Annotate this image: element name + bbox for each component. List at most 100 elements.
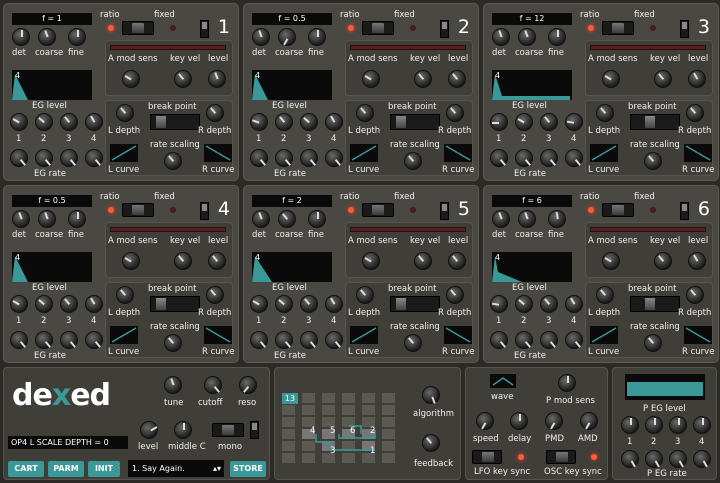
- eg-rate-2-knob[interactable]: [515, 149, 533, 167]
- eg-rate-4-knob[interactable]: [325, 149, 343, 167]
- eg-level-1-knob[interactable]: [490, 295, 508, 313]
- eg-level-2-knob[interactable]: [515, 113, 533, 131]
- l-depth-knob[interactable]: [116, 104, 134, 122]
- delay-knob[interactable]: [510, 412, 528, 430]
- eg-level-4-knob[interactable]: [325, 113, 343, 131]
- r-depth-knob[interactable]: [686, 286, 704, 304]
- detune-knob[interactable]: [492, 210, 510, 228]
- r-depth-knob[interactable]: [206, 104, 224, 122]
- algorithm-knob[interactable]: [422, 386, 440, 404]
- r-curve-display[interactable]: [444, 326, 472, 344]
- eg-level-4-knob[interactable]: [565, 113, 583, 131]
- fine-knob[interactable]: [308, 210, 326, 228]
- eg-level-2-knob[interactable]: [275, 113, 293, 131]
- eg-rate-4-knob[interactable]: [85, 331, 103, 349]
- peg-rate-4-knob[interactable]: [693, 450, 711, 468]
- peg-level-3-knob[interactable]: [669, 416, 687, 434]
- r-depth-knob[interactable]: [686, 104, 704, 122]
- operator-toggle[interactable]: [680, 202, 689, 220]
- output-level-knob[interactable]: [208, 252, 226, 270]
- eg-level-1-knob[interactable]: [10, 113, 28, 131]
- a-mod-sens-knob[interactable]: [122, 70, 140, 88]
- coarse-knob[interactable]: [518, 210, 536, 228]
- ratio-fixed-switch[interactable]: [362, 21, 394, 35]
- wave-display[interactable]: [490, 374, 516, 388]
- middle-c-knob[interactable]: [174, 421, 192, 439]
- key-vel-knob[interactable]: [414, 252, 432, 270]
- eg-level-1-knob[interactable]: [250, 295, 268, 313]
- tune-knob[interactable]: [164, 376, 182, 394]
- fine-knob[interactable]: [68, 28, 86, 46]
- r-depth-knob[interactable]: [446, 286, 464, 304]
- break-point-slider[interactable]: [630, 296, 680, 312]
- peg-level-4-knob[interactable]: [693, 416, 711, 434]
- key-vel-knob[interactable]: [654, 252, 672, 270]
- eg-rate-1-knob[interactable]: [490, 331, 508, 349]
- eg-level-4-knob[interactable]: [325, 295, 343, 313]
- fine-knob[interactable]: [548, 210, 566, 228]
- eg-rate-4-knob[interactable]: [85, 149, 103, 167]
- speed-knob[interactable]: [476, 412, 494, 430]
- fine-knob[interactable]: [68, 210, 86, 228]
- ratio-fixed-switch[interactable]: [122, 21, 154, 35]
- ratio-fixed-switch[interactable]: [602, 203, 634, 217]
- ratio-fixed-switch[interactable]: [602, 21, 634, 35]
- eg-level-3-knob[interactable]: [60, 295, 78, 313]
- store-button[interactable]: STORE: [230, 461, 266, 477]
- eg-rate-3-knob[interactable]: [60, 149, 78, 167]
- coarse-knob[interactable]: [518, 28, 536, 46]
- l-depth-knob[interactable]: [116, 286, 134, 304]
- peg-level-1-knob[interactable]: [621, 416, 639, 434]
- ratio-fixed-switch[interactable]: [122, 203, 154, 217]
- break-point-slider[interactable]: [630, 114, 680, 130]
- lfo-key-sync-switch[interactable]: [472, 450, 502, 464]
- amd-knob[interactable]: [580, 412, 598, 430]
- eg-rate-3-knob[interactable]: [540, 331, 558, 349]
- mono-switch[interactable]: [212, 423, 244, 437]
- r-depth-knob[interactable]: [446, 104, 464, 122]
- key-vel-knob[interactable]: [414, 70, 432, 88]
- eg-level-1-knob[interactable]: [490, 113, 508, 131]
- a-mod-sens-knob[interactable]: [362, 252, 380, 270]
- operator-toggle[interactable]: [200, 20, 209, 38]
- l-curve-display[interactable]: [590, 144, 618, 162]
- pmd-knob[interactable]: [545, 412, 563, 430]
- eg-rate-3-knob[interactable]: [540, 149, 558, 167]
- rate-scaling-knob[interactable]: [164, 152, 182, 170]
- mono-toggle[interactable]: [250, 421, 259, 439]
- eg-level-3-knob[interactable]: [300, 113, 318, 131]
- l-curve-display[interactable]: [110, 144, 138, 162]
- output-level-knob[interactable]: [208, 70, 226, 88]
- eg-rate-1-knob[interactable]: [250, 149, 268, 167]
- ratio-fixed-switch[interactable]: [362, 203, 394, 217]
- operator-toggle[interactable]: [440, 20, 449, 38]
- eg-level-1-knob[interactable]: [10, 295, 28, 313]
- l-curve-display[interactable]: [590, 326, 618, 344]
- eg-level-2-knob[interactable]: [515, 295, 533, 313]
- eg-rate-2-knob[interactable]: [35, 331, 53, 349]
- l-curve-display[interactable]: [350, 326, 378, 344]
- output-level-knob[interactable]: [688, 70, 706, 88]
- p-mod-sens-knob[interactable]: [558, 374, 576, 392]
- eg-rate-2-knob[interactable]: [515, 331, 533, 349]
- r-curve-display[interactable]: [204, 326, 232, 344]
- feedback-knob[interactable]: [422, 434, 440, 452]
- eg-rate-4-knob[interactable]: [565, 149, 583, 167]
- r-curve-display[interactable]: [204, 144, 232, 162]
- a-mod-sens-knob[interactable]: [122, 252, 140, 270]
- eg-level-1-knob[interactable]: [250, 113, 268, 131]
- cart-button[interactable]: CART: [8, 461, 44, 477]
- a-mod-sens-knob[interactable]: [602, 252, 620, 270]
- program-select[interactable]: 1. Say Again. ▴▾: [128, 460, 224, 477]
- key-vel-knob[interactable]: [654, 70, 672, 88]
- output-level-knob[interactable]: [448, 252, 466, 270]
- eg-rate-2-knob[interactable]: [35, 149, 53, 167]
- peg-rate-1-knob[interactable]: [621, 450, 639, 468]
- peg-level-2-knob[interactable]: [645, 416, 663, 434]
- operator-toggle[interactable]: [440, 202, 449, 220]
- peg-rate-3-knob[interactable]: [669, 450, 687, 468]
- eg-level-4-knob[interactable]: [85, 113, 103, 131]
- osc-key-sync-switch[interactable]: [546, 450, 576, 464]
- l-depth-knob[interactable]: [596, 286, 614, 304]
- eg-rate-1-knob[interactable]: [10, 331, 28, 349]
